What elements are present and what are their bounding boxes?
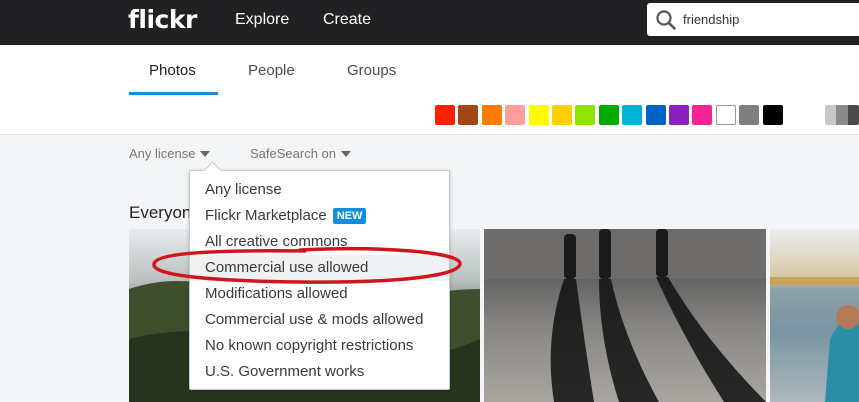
caret-down-icon <box>341 150 352 157</box>
photo-content <box>484 229 766 402</box>
license-option-us-government[interactable]: U.S. Government works <box>190 359 449 385</box>
color-swatch[interactable] <box>669 105 689 125</box>
search-icon[interactable] <box>655 9 677 31</box>
photo-content <box>770 277 859 402</box>
license-option-label: No known copyright restrictions <box>205 337 414 354</box>
license-option-commercial-use[interactable]: Commercial use allowed <box>190 255 449 281</box>
license-option-marketplace[interactable]: Flickr Marketplace NEW <box>190 203 449 229</box>
color-swatch[interactable] <box>505 105 526 125</box>
license-option-all-creative-commons[interactable]: All creative commons <box>190 229 449 255</box>
color-swatch[interactable] <box>622 105 643 125</box>
color-swatch[interactable] <box>528 105 549 125</box>
license-option-modifications[interactable]: Modifications allowed <box>190 281 449 307</box>
safesearch-filter-label: SafeSearch on <box>250 146 337 161</box>
color-swatch[interactable] <box>435 105 455 125</box>
nav-create-link[interactable]: Create <box>323 11 371 29</box>
search-type-tabs: Photos People Groups <box>0 45 859 98</box>
color-swatch[interactable] <box>762 105 783 125</box>
color-filter-bar <box>0 98 859 135</box>
license-option-label: Commercial use allowed <box>205 259 369 276</box>
tab-people[interactable]: People <box>248 62 295 79</box>
color-swatch[interactable] <box>575 105 596 125</box>
tab-groups[interactable]: Groups <box>347 62 396 79</box>
color-swatch[interactable] <box>598 105 619 125</box>
nav-explore-link[interactable]: Explore <box>235 11 289 29</box>
active-tab-indicator <box>129 92 218 95</box>
tab-photos[interactable]: Photos <box>149 62 196 79</box>
top-nav-bar: flickr Explore Create friendship <box>0 0 859 45</box>
license-option-no-known-restrictions[interactable]: No known copyright restrictions <box>190 333 449 359</box>
color-swatch[interactable] <box>645 105 666 125</box>
license-option-label: Flickr Marketplace <box>205 207 327 224</box>
license-option-label: All creative commons <box>205 233 348 250</box>
color-swatch[interactable] <box>739 105 760 125</box>
color-swatch[interactable] <box>692 105 713 125</box>
license-option-label: Any license <box>205 181 282 198</box>
search-query-text: friendship <box>683 12 740 27</box>
flickr-logo[interactable]: flickr <box>128 5 197 34</box>
license-option-label: Commercial use & mods allowed <box>205 311 424 328</box>
photo-thumbnail[interactable] <box>484 229 766 402</box>
license-filter-dropdown[interactable]: Any license <box>129 146 211 161</box>
caret-down-icon <box>200 150 211 157</box>
license-option-commercial-and-mods[interactable]: Commercial use & mods allowed <box>190 307 449 333</box>
license-option-label: Modifications allowed <box>205 285 348 302</box>
color-swatch[interactable] <box>715 105 736 125</box>
color-swatch[interactable] <box>481 105 502 125</box>
search-input[interactable]: friendship <box>647 3 859 36</box>
license-option-label: U.S. Government works <box>205 363 365 380</box>
safesearch-filter-dropdown[interactable]: SafeSearch on <box>250 146 352 161</box>
license-option-any[interactable]: Any license <box>190 177 449 203</box>
black-and-white-filter[interactable] <box>825 105 859 125</box>
license-dropdown-menu: Any license Flickr Marketplace NEW All cr… <box>189 170 450 390</box>
color-swatch[interactable] <box>458 105 479 125</box>
photo-thumbnail[interactable] <box>770 229 859 402</box>
color-swatch[interactable] <box>552 105 572 125</box>
license-filter-label: Any license <box>129 146 196 161</box>
new-badge: NEW <box>332 208 367 224</box>
